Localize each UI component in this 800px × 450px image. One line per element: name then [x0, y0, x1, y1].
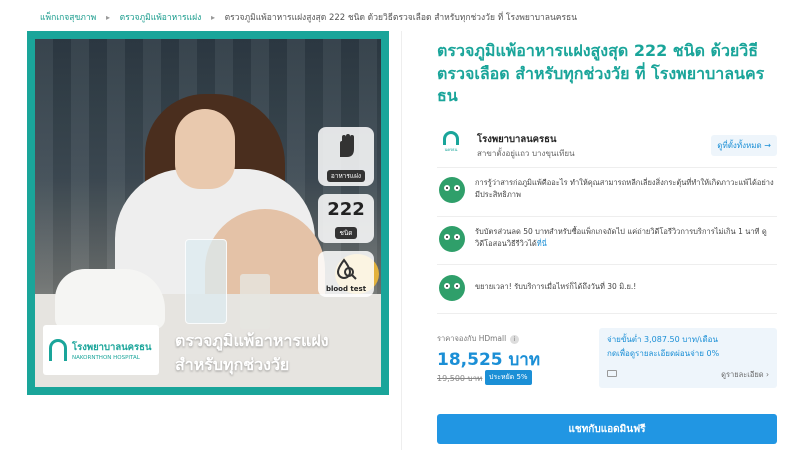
divider [437, 313, 777, 314]
mascot-icon [439, 275, 465, 301]
count-badge: 222 ชนิด [318, 194, 374, 243]
image-logo-english: NAKORNTHON HOSPITAL [72, 354, 140, 361]
hospital-logo-icon: นครธน [439, 131, 463, 159]
info-icon[interactable]: i [510, 335, 520, 344]
image-overlay-line1: ตรวจภูมิแพ้อาหารแฝง [175, 331, 329, 350]
product-image[interactable]: อาหารแฝง 222 ชนิด blood test โรงพยาบาลนค… [27, 31, 389, 395]
divider [437, 264, 777, 265]
image-overlay-line2: สำหรับทุกช่วงวัย [175, 355, 290, 374]
installment-detail-link[interactable]: ดูรายละเอียด › [721, 369, 769, 381]
food-badge-label: อาหารแฝง [326, 170, 366, 182]
hospital-name[interactable]: โรงพยาบาลนครธน [477, 132, 556, 147]
food-badge: อาหารแฝง [318, 127, 374, 186]
product-photo: อาหารแฝง 222 ชนิด blood test โรงพยาบาลนค… [35, 39, 381, 387]
count-badge-number: 222 [327, 199, 365, 220]
breadcrumb-separator-icon: ▸ [105, 13, 110, 22]
blood-test-badge: blood test [318, 251, 374, 297]
image-hospital-logo: โรงพยาบาลนครธน NAKORNTHON HOSPITAL [43, 325, 159, 375]
credit-card-icon [607, 370, 617, 377]
mascot-icon [439, 226, 465, 252]
mascot-icon [439, 177, 465, 203]
blood-test-label: blood test [325, 285, 367, 293]
info-text-body: รับบัตรส่วนลด 50 บาทสำหรับซื้อแพ็กเกจถัด… [475, 227, 767, 248]
price-original: 19,500 บาท [437, 374, 483, 383]
hospital-info: นครธน โรงพยาบาลนครธน สาขาตั้งอยู่แถว บาง… [437, 127, 777, 165]
price-current: 18,525 บาท [437, 350, 541, 370]
image-overlay-title: ตรวจภูมิแพ้อาหารแฝง สำหรับทุกช่วงวัย [175, 329, 329, 377]
installment-details-link[interactable]: กดเพื่อดูรายละเอียดผ่อนจ่าย 0% [607, 347, 719, 360]
info-text: ขยายเวลา! รับบริการเมื่อไหร่ก็ได้ถึงวันท… [475, 282, 637, 291]
breadcrumb-link-packages[interactable]: แพ็กเกจสุขภาพ [40, 13, 96, 23]
discount-badge: ประหยัด 5% [485, 370, 532, 385]
count-badge-unit: ชนิด [335, 227, 357, 239]
breadcrumb-current: ตรวจภูมิแพ้อาหารแฝงสูงสุด 222 ชนิด ด้วยว… [224, 13, 578, 23]
divider [437, 216, 777, 217]
installment-minimum: จ่ายขั้นต่ำ 3,087.50 บาท/เดือน [607, 335, 718, 344]
breadcrumb-separator-icon: ▸ [210, 13, 215, 22]
installment-box[interactable]: จ่ายขั้นต่ำ 3,087.50 บาท/เดือน กดเพื่อดู… [599, 328, 777, 388]
image-logo-thai: โรงพยาบาลนครธน [72, 341, 152, 353]
info-text: รับบัตรส่วนลด 50 บาทสำหรับซื้อแพ็กเกจถัด… [475, 226, 775, 250]
column-divider [401, 31, 402, 450]
breadcrumb-link-food-intolerance[interactable]: ตรวจภูมิแพ้อาหารแฝง [120, 13, 202, 23]
chat-with-admin-button[interactable]: แชทกับแอดมินฟรี [437, 414, 777, 444]
hospital-logo-caption: นครธน [444, 147, 458, 152]
hospital-branch: สาขาตั้งอยู่แถว บางขุนเทียน [477, 149, 575, 158]
blood-drop-icon [336, 258, 357, 280]
price-label: ราคาจองกับ HDmall i [437, 333, 520, 345]
breadcrumb: แพ็กเกจสุขภาพ ▸ ตรวจภูมิแพ้อาหารแฝง ▸ ตร… [40, 10, 760, 24]
info-text: การรู้ว่าสารก่อภูมิแพ้คืออะไร ทำให้คุณสา… [475, 178, 774, 199]
review-howto-link[interactable]: ที่นี่ [537, 239, 547, 248]
hospital-logo-icon [49, 339, 67, 361]
product-title: ตรวจภูมิแพ้อาหารแฝงสูงสุด 222 ชนิด ด้วยว… [437, 41, 765, 105]
see-all-locations-button[interactable]: ดูที่ตั้งทั้งหมด → [711, 135, 777, 156]
hand-icon [340, 134, 354, 157]
divider [437, 167, 777, 168]
image-badges: อาหารแฝง 222 ชนิด blood test [318, 127, 378, 305]
